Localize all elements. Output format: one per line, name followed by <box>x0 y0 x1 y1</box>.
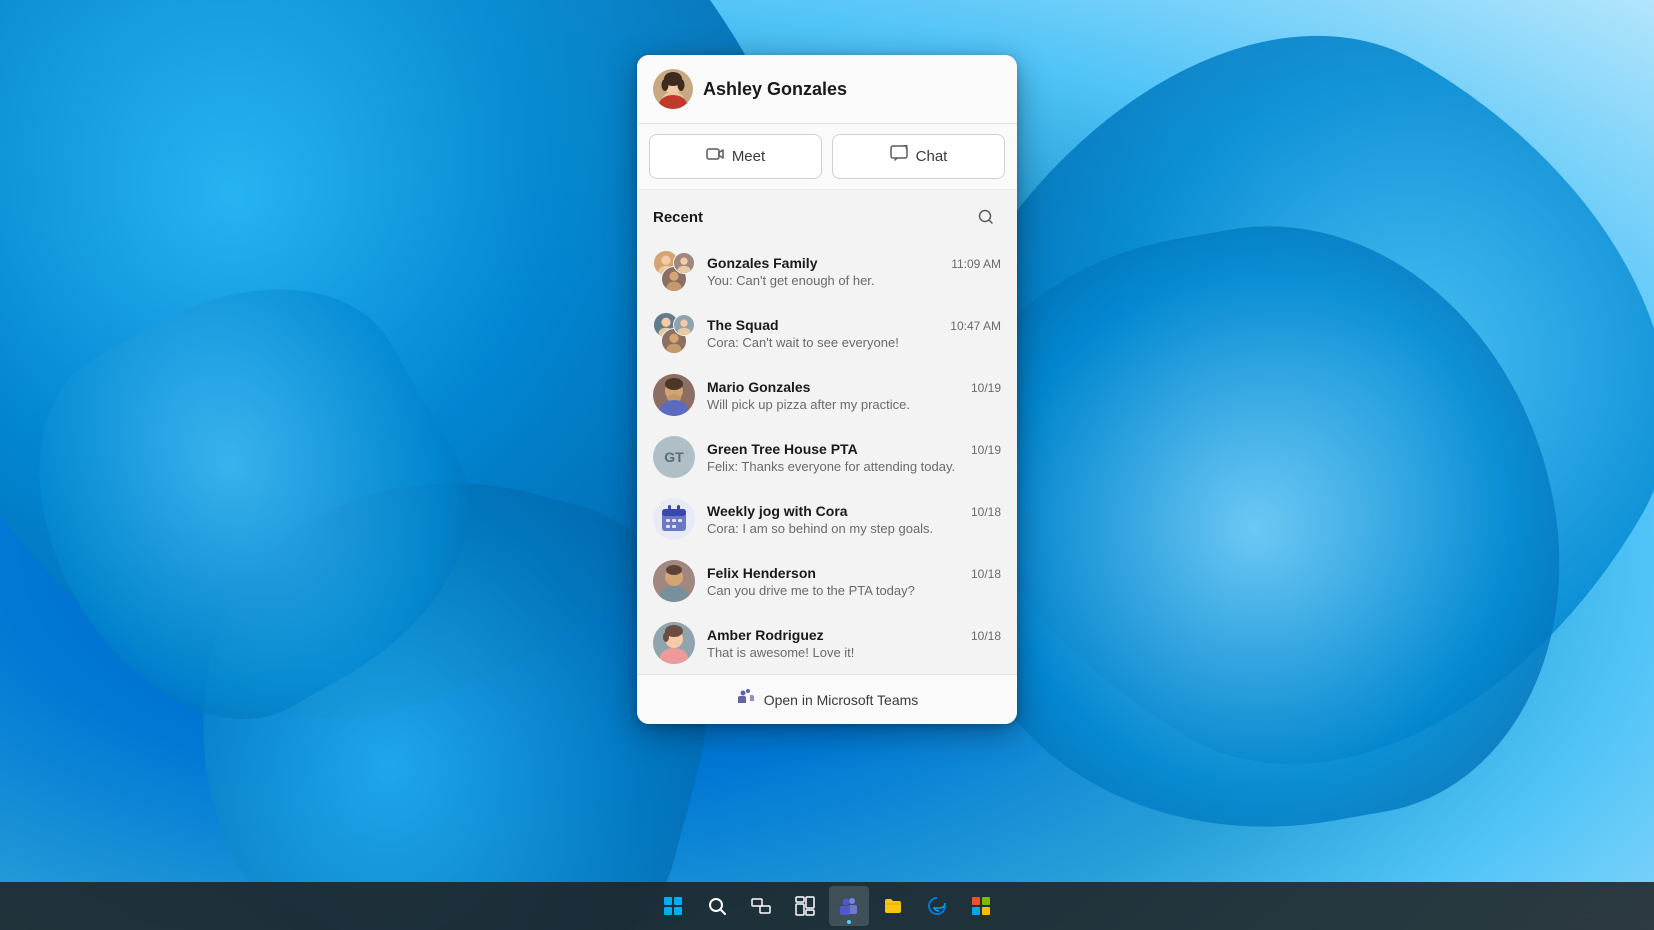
list-item[interactable]: Mario Gonzales 10/19 Will pick up pizza … <box>637 364 1017 426</box>
convo-name: Amber Rodriguez <box>707 627 824 643</box>
convo-time: 11:09 AM <box>951 257 1001 271</box>
conversation-list: Gonzales Family 11:09 AM You: Can't get … <box>637 240 1017 674</box>
convo-time: 10/19 <box>971 443 1001 457</box>
avatar <box>653 312 695 354</box>
convo-content: Felix Henderson 10/18 Can you drive me t… <box>707 565 1001 598</box>
teams-panel: Ashley Gonzales Meet Chat <box>637 55 1017 724</box>
teams-icon <box>736 687 756 712</box>
avatar <box>653 498 695 540</box>
convo-name: Felix Henderson <box>707 565 816 581</box>
convo-name: Gonzales Family <box>707 255 817 271</box>
user-avatar <box>653 69 693 109</box>
list-item[interactable]: Weekly jog with Cora 10/18 Cora: I am so… <box>637 488 1017 550</box>
chat-button[interactable]: Chat <box>832 134 1005 179</box>
convo-preview: You: Can't get enough of her. <box>707 273 1001 288</box>
convo-name: Mario Gonzales <box>707 379 810 395</box>
edge-button[interactable] <box>917 886 957 926</box>
chat-label: Chat <box>916 148 948 165</box>
list-item[interactable]: Amber Rodriguez 10/18 That is awesome! L… <box>637 612 1017 674</box>
open-teams-label: Open in Microsoft Teams <box>764 692 919 708</box>
convo-time: 10:47 AM <box>950 319 1001 333</box>
taskbar <box>0 882 1654 930</box>
meet-label: Meet <box>732 148 765 165</box>
open-teams-button[interactable]: Open in Microsoft Teams <box>637 674 1017 724</box>
list-item[interactable]: GT Green Tree House PTA 10/19 Felix: Tha… <box>637 426 1017 488</box>
convo-name: The Squad <box>707 317 779 333</box>
convo-content: The Squad 10:47 AM Cora: Can't wait to s… <box>707 317 1001 350</box>
avatar <box>653 622 695 664</box>
chat-icon <box>890 145 908 168</box>
convo-time: 10/18 <box>971 567 1001 581</box>
convo-content: Amber Rodriguez 10/18 That is awesome! L… <box>707 627 1001 660</box>
teams-button[interactable] <box>829 886 869 926</box>
convo-time: 10/18 <box>971 505 1001 519</box>
panel-header: Ashley Gonzales <box>637 55 1017 124</box>
meet-button[interactable]: Meet <box>649 134 822 179</box>
search-button[interactable] <box>697 886 737 926</box>
convo-name: Green Tree House PTA <box>707 441 858 457</box>
avatar <box>653 374 695 416</box>
convo-preview: Cora: I am so behind on my step goals. <box>707 521 1001 536</box>
convo-preview: Will pick up pizza after my practice. <box>707 397 1001 412</box>
user-name: Ashley Gonzales <box>703 79 847 100</box>
convo-time: 10/18 <box>971 629 1001 643</box>
recent-header: Recent <box>637 190 1017 240</box>
list-item[interactable]: Gonzales Family 11:09 AM You: Can't get … <box>637 240 1017 302</box>
convo-content: Green Tree House PTA 10/19 Felix: Thanks… <box>707 441 1001 474</box>
convo-preview: Can you drive me to the PTA today? <box>707 583 1001 598</box>
action-buttons: Meet Chat <box>637 124 1017 190</box>
meet-icon <box>706 145 724 168</box>
list-item[interactable]: The Squad 10:47 AM Cora: Can't wait to s… <box>637 302 1017 364</box>
convo-preview: Felix: Thanks everyone for attending tod… <box>707 459 1001 474</box>
convo-name: Weekly jog with Cora <box>707 503 848 519</box>
file-explorer-button[interactable] <box>873 886 913 926</box>
convo-preview: Cora: Can't wait to see everyone! <box>707 335 1001 350</box>
widgets-button[interactable] <box>785 886 825 926</box>
avatar <box>653 250 695 292</box>
task-view-button[interactable] <box>741 886 781 926</box>
avatar <box>653 560 695 602</box>
store-button[interactable] <box>961 886 1001 926</box>
convo-content: Gonzales Family 11:09 AM You: Can't get … <box>707 255 1001 288</box>
list-item[interactable]: Felix Henderson 10/18 Can you drive me t… <box>637 550 1017 612</box>
search-button[interactable] <box>971 202 1001 232</box>
convo-time: 10/19 <box>971 381 1001 395</box>
avatar: GT <box>653 436 695 478</box>
start-button[interactable] <box>653 886 693 926</box>
convo-content: Mario Gonzales 10/19 Will pick up pizza … <box>707 379 1001 412</box>
recent-title: Recent <box>653 209 703 226</box>
convo-content: Weekly jog with Cora 10/18 Cora: I am so… <box>707 503 1001 536</box>
convo-preview: That is awesome! Love it! <box>707 645 1001 660</box>
